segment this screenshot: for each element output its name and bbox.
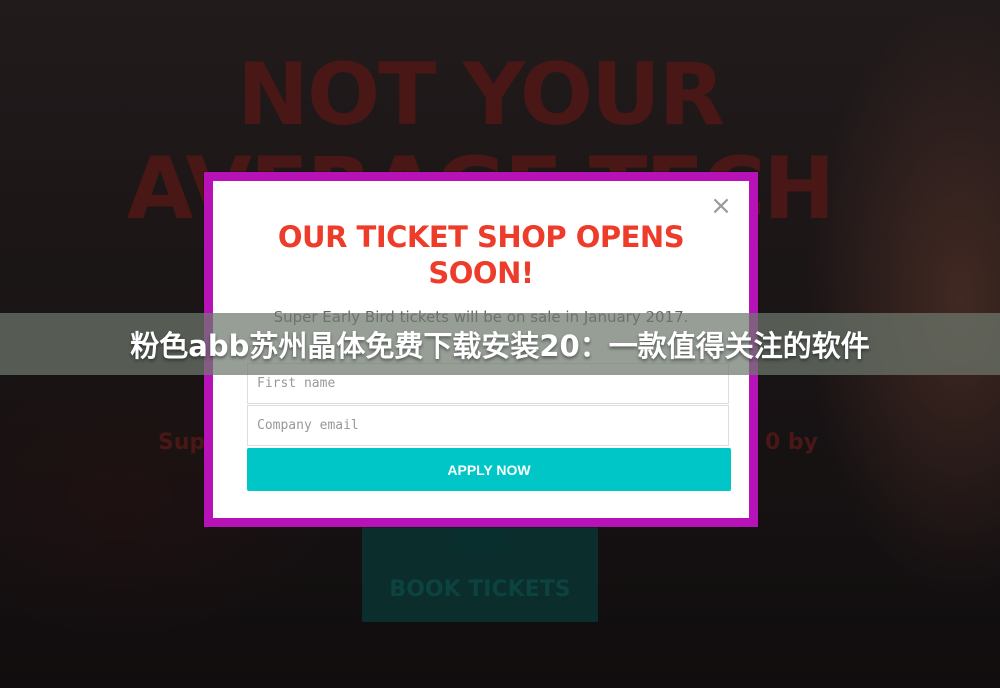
- modal-title: OUR TICKET SHOP OPENS SOON!: [213, 219, 749, 291]
- company-email-input[interactable]: [247, 405, 729, 446]
- apply-now-button[interactable]: APPLY NOW: [247, 448, 731, 491]
- modal-title-line-1: OUR TICKET SHOP OPENS: [277, 220, 685, 254]
- caption-banner: 粉色abb苏州晶体免费下载安装20：一款值得关注的软件: [0, 313, 1000, 375]
- caption-text: 粉色abb苏州晶体免费下载安装20：一款值得关注的软件: [130, 329, 870, 363]
- modal-title-line-2: SOON!: [428, 256, 534, 290]
- close-icon[interactable]: ×: [709, 193, 733, 219]
